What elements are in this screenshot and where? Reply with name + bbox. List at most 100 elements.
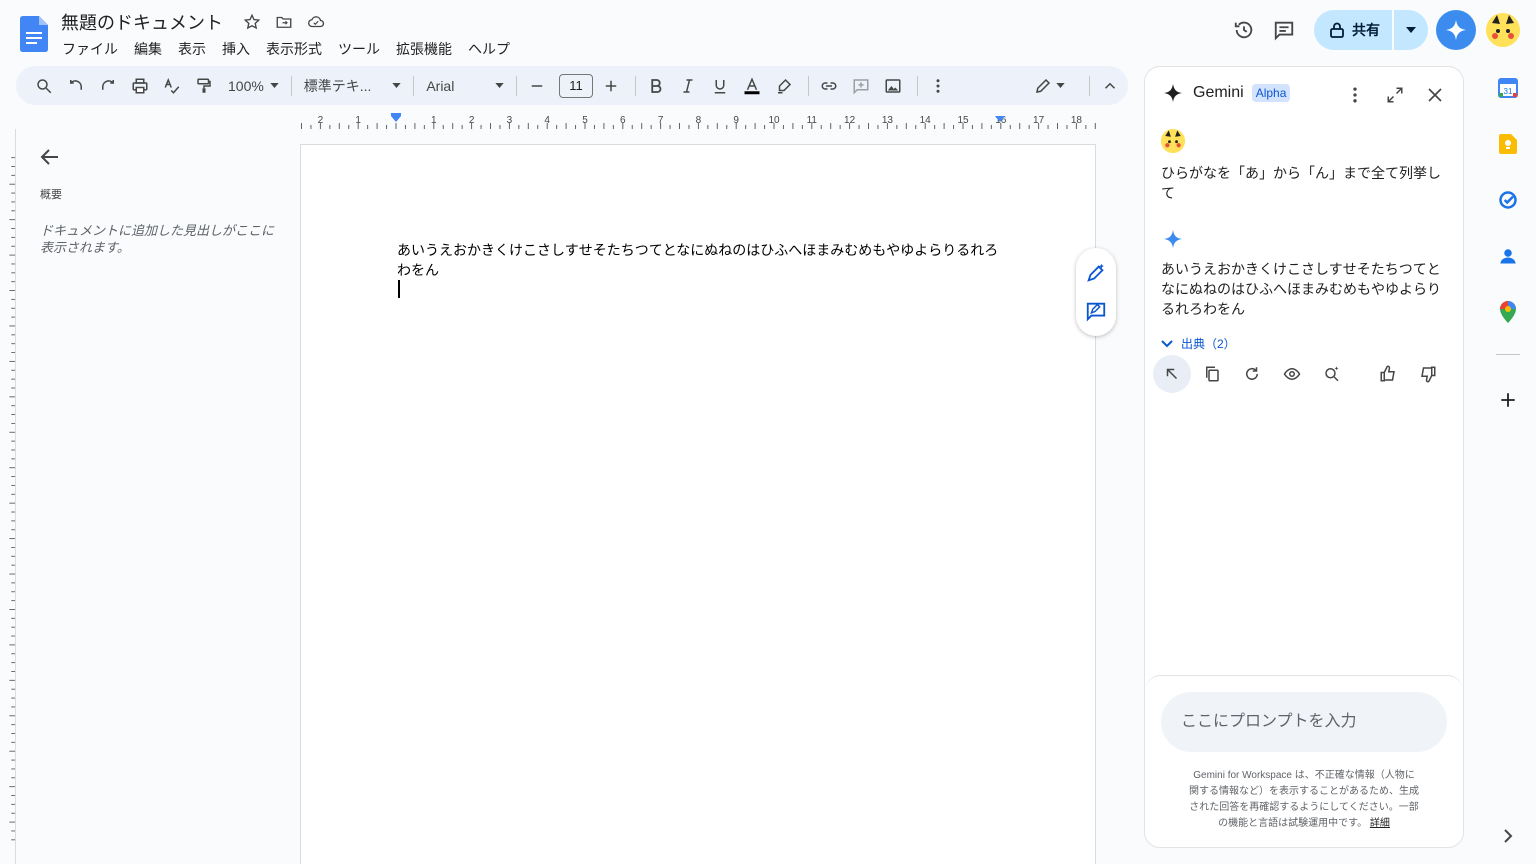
ruler-label: 2: [469, 115, 475, 126]
learn-more-link[interactable]: 詳細: [1370, 818, 1390, 829]
print-icon[interactable]: [126, 72, 154, 100]
share-dropdown-button[interactable]: [1394, 10, 1428, 50]
document-title[interactable]: 無題のドキュメント: [61, 9, 223, 35]
more-options-icon[interactable]: [924, 72, 952, 100]
menu-file[interactable]: ファイル: [54, 37, 126, 61]
document-page[interactable]: あいうえおかきくけこさしすせそたちつてとなにぬねのはひふへほまみむめもやゆよらり…: [300, 144, 1096, 864]
panel-more-options-icon[interactable]: [1343, 83, 1367, 107]
user-avatar: [1161, 129, 1185, 153]
thumbs-down-icon[interactable]: [1409, 355, 1447, 393]
calendar-icon[interactable]: 31: [1496, 76, 1520, 100]
keep-icon[interactable]: [1496, 132, 1520, 156]
ruler-label: 7: [658, 115, 664, 126]
suggest-edits-icon[interactable]: [1085, 300, 1107, 322]
version-history-icon[interactable]: [1224, 10, 1264, 50]
editing-mode-select[interactable]: [1028, 77, 1071, 95]
menu-bar: ファイル 編集 表示 挿入 表示形式 ツール 拡張機能 ヘルプ: [54, 37, 518, 61]
menu-help[interactable]: ヘルプ: [460, 37, 518, 61]
share-button[interactable]: 共有: [1314, 10, 1392, 50]
paragraph-style-select[interactable]: 標準テキ...: [298, 76, 408, 96]
gemini-spark-icon: [1445, 19, 1467, 41]
menu-view[interactable]: 表示: [170, 37, 214, 61]
sources-toggle[interactable]: 出典（2）: [1161, 335, 1236, 352]
expand-panel-icon[interactable]: [1383, 83, 1407, 107]
menu-extensions[interactable]: 拡張機能: [388, 37, 460, 61]
disclaimer-text: Gemini for Workspace は、不正確な情報（人物に関する情報など…: [1189, 768, 1419, 832]
maps-icon[interactable]: [1496, 300, 1520, 324]
gemini-title: Gemini: [1193, 84, 1244, 101]
side-apps-rail: 31: [1488, 66, 1528, 864]
document-body-text[interactable]: あいうえおかきくけこさしすせそたちつてとなにぬねのはひふへほまみむめもやゆよらり…: [397, 240, 1007, 280]
spellcheck-icon[interactable]: [158, 72, 186, 100]
paragraph-style-value: 標準テキ...: [303, 77, 372, 94]
ruler-label: 11: [807, 115, 818, 126]
copy-icon[interactable]: [1193, 355, 1231, 393]
preview-eye-icon[interactable]: [1273, 355, 1311, 393]
first-line-indent-marker[interactable]: [391, 113, 401, 116]
search-menus-icon[interactable]: [30, 72, 58, 100]
ruler-label: 13: [882, 115, 894, 126]
underline-icon[interactable]: [706, 72, 734, 100]
insert-link-icon[interactable]: [815, 72, 843, 100]
thumbs-up-icon[interactable]: [1369, 355, 1407, 393]
move-folder-icon[interactable]: [274, 12, 294, 32]
menu-format[interactable]: 表示形式: [258, 37, 330, 61]
comments-icon[interactable]: [1264, 10, 1304, 50]
highlight-color-icon[interactable]: [770, 72, 798, 100]
lock-icon: [1330, 22, 1344, 38]
toolbar-divider: [1088, 75, 1090, 96]
italic-icon[interactable]: [674, 72, 702, 100]
menu-insert[interactable]: 挿入: [214, 37, 258, 61]
bold-icon[interactable]: [642, 72, 670, 100]
refine-search-icon[interactable]: [1313, 355, 1351, 393]
font-size-input[interactable]: 11: [559, 73, 593, 98]
pencil-icon: [1035, 78, 1050, 93]
close-outline-arrow-icon[interactable]: [38, 145, 62, 169]
cloud-saved-icon[interactable]: [306, 12, 326, 32]
gemini-button[interactable]: [1436, 10, 1476, 50]
toolbar-divider: [516, 75, 518, 96]
zoom-select[interactable]: 100%: [222, 78, 285, 94]
paint-format-icon[interactable]: [190, 72, 218, 100]
help-me-write-icon[interactable]: [1085, 262, 1107, 284]
text-cursor: [398, 280, 400, 298]
menu-tools[interactable]: ツール: [330, 37, 388, 61]
vertical-ruler[interactable]: [0, 129, 16, 864]
retry-icon[interactable]: [1233, 355, 1271, 393]
undo-icon[interactable]: [62, 72, 90, 100]
user-prompt-message: ひらがなを「あ」から「ん」まで全て列挙して: [1161, 165, 1441, 201]
text-color-icon[interactable]: [738, 72, 766, 100]
chevron-down-icon: [1161, 339, 1173, 347]
share-control: 共有: [1314, 10, 1428, 50]
docs-logo-icon[interactable]: [20, 16, 48, 52]
account-avatar[interactable]: [1486, 13, 1520, 47]
font-family-select[interactable]: Arial: [420, 78, 510, 94]
horizontal-ruler[interactable]: 21123456789101112131415161718: [300, 111, 1096, 129]
add-comment-icon[interactable]: [847, 72, 875, 100]
redo-icon[interactable]: [94, 72, 122, 100]
ruler-label: 2: [318, 115, 324, 126]
ruler-label: 17: [1033, 115, 1045, 126]
prompt-input[interactable]: [1161, 692, 1447, 752]
response-actions: [1153, 355, 1449, 393]
hide-menus-icon[interactable]: [1096, 72, 1124, 100]
increase-font-size-icon[interactable]: [597, 72, 625, 100]
insert-arrow-icon[interactable]: [1153, 355, 1191, 393]
contacts-icon[interactable]: [1496, 244, 1520, 268]
tasks-icon[interactable]: [1496, 188, 1520, 212]
ruler-label: 3: [507, 115, 513, 126]
prompt-area: Gemini for Workspace は、不正確な情報（人物に関する情報など…: [1145, 675, 1463, 847]
close-panel-icon[interactable]: [1423, 83, 1447, 107]
svg-text:31: 31: [1504, 87, 1513, 96]
add-addon-icon[interactable]: [1496, 388, 1520, 412]
chevron-right-icon[interactable]: [1496, 824, 1520, 848]
star-icon[interactable]: [242, 12, 262, 32]
decrease-font-size-icon[interactable]: [523, 72, 551, 100]
menu-edit[interactable]: 編集: [126, 37, 170, 61]
ruler-label: 18: [1071, 115, 1083, 126]
insert-image-icon[interactable]: [879, 72, 907, 100]
ruler-label: 15: [957, 115, 969, 126]
ruler-label: 14: [920, 115, 932, 126]
gemini-spark-icon: [1163, 83, 1183, 103]
ruler-label: 1: [355, 115, 361, 126]
